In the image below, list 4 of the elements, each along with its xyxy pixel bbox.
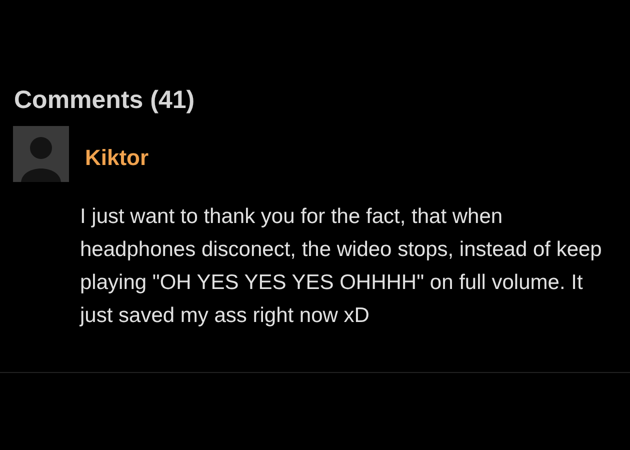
section-title: Comments (41) <box>14 85 196 116</box>
avatar-icon <box>13 126 69 182</box>
comment-text: I just want to thank you for the fact, that when headphones disconect, the wideo stops, instead of keep playing "OH YES YES YES OHHHH" on full volume. It just saved my ass right now xD <box>80 204 603 329</box>
comment-author[interactable]: Kiktor <box>85 140 149 174</box>
